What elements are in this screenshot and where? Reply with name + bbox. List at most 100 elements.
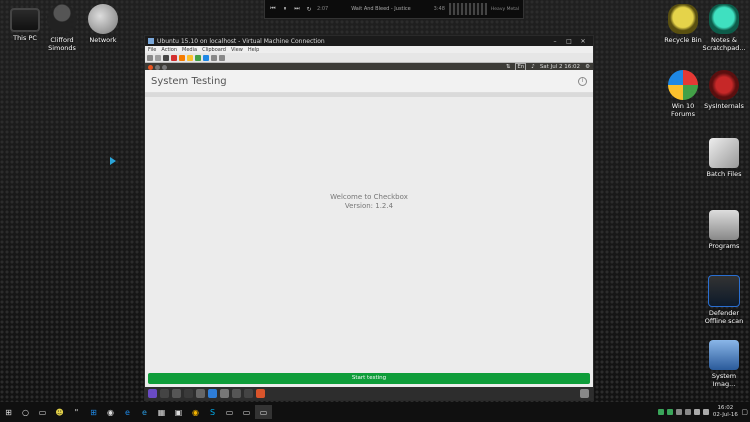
menu-file[interactable]: File	[148, 47, 156, 53]
turn-off-icon[interactable]	[163, 54, 169, 61]
save-icon[interactable]	[179, 54, 185, 61]
system-tray: 16:02 02-Jul-16 ▢	[658, 402, 748, 422]
page-title: System Testing	[151, 75, 227, 87]
desktop-icon-label: Batch Files	[706, 170, 742, 178]
network-icon[interactable]	[703, 409, 710, 415]
app-header: System Testing i	[145, 70, 593, 93]
version-text: Version: 1.2.4	[344, 202, 394, 210]
desktop-icon-recycle-bin[interactable]: Recycle Bin	[660, 4, 706, 44]
dock-app-icon[interactable]	[148, 389, 157, 398]
desktop-icon-label: System Imag...	[711, 372, 737, 388]
dock-app-icon[interactable]	[256, 389, 265, 398]
taskbar-app-icon[interactable]: "	[68, 405, 85, 419]
desktop-icon-defender-offline[interactable]: Defender Offline scan	[701, 275, 747, 325]
dock-app-icon[interactable]	[232, 389, 241, 398]
disk-icon	[709, 340, 739, 370]
enhanced-session-icon[interactable]	[219, 54, 225, 61]
desktop-icon-label: Defender Offline scan	[704, 309, 744, 325]
gear-icon	[709, 70, 739, 100]
desktop-icon-label: SysInternals	[704, 102, 744, 110]
vm-app-icon	[148, 38, 154, 44]
ie-icon[interactable]: e	[136, 405, 153, 419]
pause-vm-icon[interactable]	[187, 54, 193, 61]
dock-app-icon[interactable]	[172, 389, 181, 398]
checkbox-app: System Testing i Welcome to Checkbox Ver…	[145, 70, 593, 387]
volume-icon[interactable]	[694, 409, 701, 415]
maximize-icon[interactable]: □	[562, 38, 576, 45]
desktop-icon-user-folder[interactable]: Clifford Simonds	[39, 4, 85, 52]
globe-icon	[88, 4, 118, 34]
search-icon[interactable]: ○	[17, 405, 34, 419]
menu-clipboard[interactable]: Clipboard	[202, 47, 226, 53]
desktop-icon-label: Network	[89, 36, 117, 44]
progress-bar	[145, 93, 593, 97]
taskbar-app-icon[interactable]: ▦	[153, 405, 170, 419]
playlist-status: Heavy Metal	[490, 6, 519, 12]
close-icon[interactable]	[148, 64, 153, 70]
chrome-icon[interactable]: ◉	[187, 405, 204, 419]
monitor-icon	[10, 8, 40, 32]
close-icon[interactable]: ✕	[576, 38, 590, 45]
menu-media[interactable]: Media	[182, 47, 197, 53]
checkpoint-icon[interactable]	[203, 54, 209, 61]
reset-icon[interactable]	[195, 54, 201, 61]
desktop-icon-programs[interactable]: Programs	[701, 210, 747, 250]
edge-icon[interactable]: e	[119, 405, 136, 419]
taskbar-app-icon[interactable]: ◉	[102, 405, 119, 419]
windows-logo-icon	[668, 70, 698, 100]
dock-app-icon[interactable]	[208, 389, 217, 398]
taskbar-app-icon[interactable]: ☻	[51, 405, 68, 419]
maximize-icon[interactable]	[162, 64, 167, 70]
folder-icon	[709, 210, 739, 240]
desktop-icon-notes[interactable]: Notes & Scratchpad...	[701, 4, 747, 52]
vm-window: Ubuntu 15.10 on localhost - Virtual Mach…	[144, 35, 594, 401]
desktop-icon-sysinternals[interactable]: SysInternals	[701, 70, 747, 110]
trash-icon[interactable]	[580, 389, 589, 398]
defender-icon	[708, 275, 740, 307]
desktop-icon-win10-forums[interactable]: Win 10 Forums	[660, 70, 706, 118]
dock-app-icon[interactable]	[196, 389, 205, 398]
tray-icon[interactable]	[667, 409, 674, 415]
windows-icon[interactable]: ⊞	[85, 405, 102, 419]
next-icon[interactable]: ⏭	[293, 5, 301, 13]
taskbar-app-icon[interactable]: ▭	[238, 405, 255, 419]
dock-app-icon[interactable]	[220, 389, 229, 398]
start-testing-button[interactable]: Start testing	[148, 373, 590, 384]
vm-titlebar[interactable]: Ubuntu 15.10 on localhost - Virtual Mach…	[145, 36, 593, 46]
desktop-icon-batch-files[interactable]: Batch Files	[701, 138, 747, 178]
repeat-icon[interactable]: ↻	[305, 6, 313, 13]
desktop-icon-system-image[interactable]: System Imag...	[701, 340, 747, 388]
tray-icon[interactable]	[685, 409, 692, 415]
taskbar-app-icon[interactable]: ▣	[170, 405, 187, 419]
mouse-cursor-icon	[110, 157, 116, 165]
previous-icon[interactable]: ⏮	[269, 5, 277, 13]
dock-app-icon[interactable]	[244, 389, 253, 398]
desktop-icon-network[interactable]: Network	[80, 4, 126, 44]
start-button[interactable]: ⊞	[0, 405, 17, 419]
info-icon[interactable]: i	[578, 76, 587, 86]
pause-icon[interactable]: ⏸	[281, 5, 289, 13]
tray-icon[interactable]	[676, 409, 683, 415]
taskbar-clock[interactable]: 16:02 02-Jul-16	[712, 405, 738, 419]
minimize-icon[interactable]	[155, 64, 160, 70]
tray-icon[interactable]	[658, 409, 665, 415]
menu-view[interactable]: View	[231, 47, 243, 53]
skype-icon[interactable]: S	[204, 405, 221, 419]
ubuntu-bottom-dock	[145, 387, 593, 400]
start-icon[interactable]	[155, 54, 161, 61]
notifications-icon[interactable]: ▢	[741, 408, 748, 416]
minimize-icon[interactable]: –	[548, 38, 562, 45]
vm-toolbar	[145, 53, 593, 63]
menu-help[interactable]: Help	[248, 47, 259, 53]
welcome-text: Welcome to Checkbox	[330, 193, 408, 201]
hyper-v-icon[interactable]: ▭	[255, 405, 272, 419]
menu-action[interactable]: Action	[161, 47, 177, 53]
taskbar: ⊞ ○ ▭ ☻ " ⊞ ◉ e e ▦ ▣ ◉ S ▭ ▭ ▭ 16:02 02…	[0, 402, 750, 422]
taskbar-app-icon[interactable]: ▭	[221, 405, 238, 419]
revert-icon[interactable]	[211, 54, 217, 61]
dock-app-icon[interactable]	[160, 389, 169, 398]
task-view-icon[interactable]: ▭	[34, 405, 51, 419]
shutdown-icon[interactable]	[171, 54, 177, 61]
ctrl-alt-del-icon[interactable]	[147, 54, 153, 61]
dock-app-icon[interactable]	[184, 389, 193, 398]
